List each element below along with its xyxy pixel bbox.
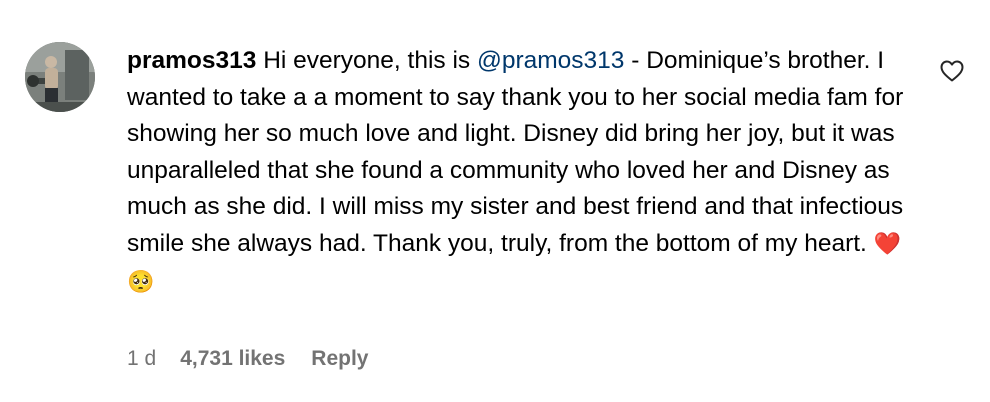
heart-outline-icon bbox=[940, 60, 964, 82]
like-comment-button[interactable] bbox=[940, 60, 966, 84]
comment-text-end: - Dominique’s brother. I wanted to take … bbox=[127, 47, 904, 257]
avatar[interactable] bbox=[25, 42, 95, 112]
comment-mention-link[interactable]: @pramos313 bbox=[477, 47, 624, 74]
comment-timestamp[interactable]: 1 d bbox=[127, 347, 156, 371]
comment-username[interactable]: pramos313 bbox=[127, 47, 256, 74]
comment-meta: 1 d 4,731 likes Reply bbox=[127, 347, 368, 371]
comment-likes-count[interactable]: 4,731 likes bbox=[180, 347, 285, 371]
avatar-image bbox=[25, 42, 95, 112]
comment-text-start: Hi everyone, this is bbox=[263, 47, 477, 74]
comment-body: pramos313 Hi everyone, this is @pramos31… bbox=[127, 43, 917, 301]
reply-button[interactable]: Reply bbox=[311, 347, 368, 371]
